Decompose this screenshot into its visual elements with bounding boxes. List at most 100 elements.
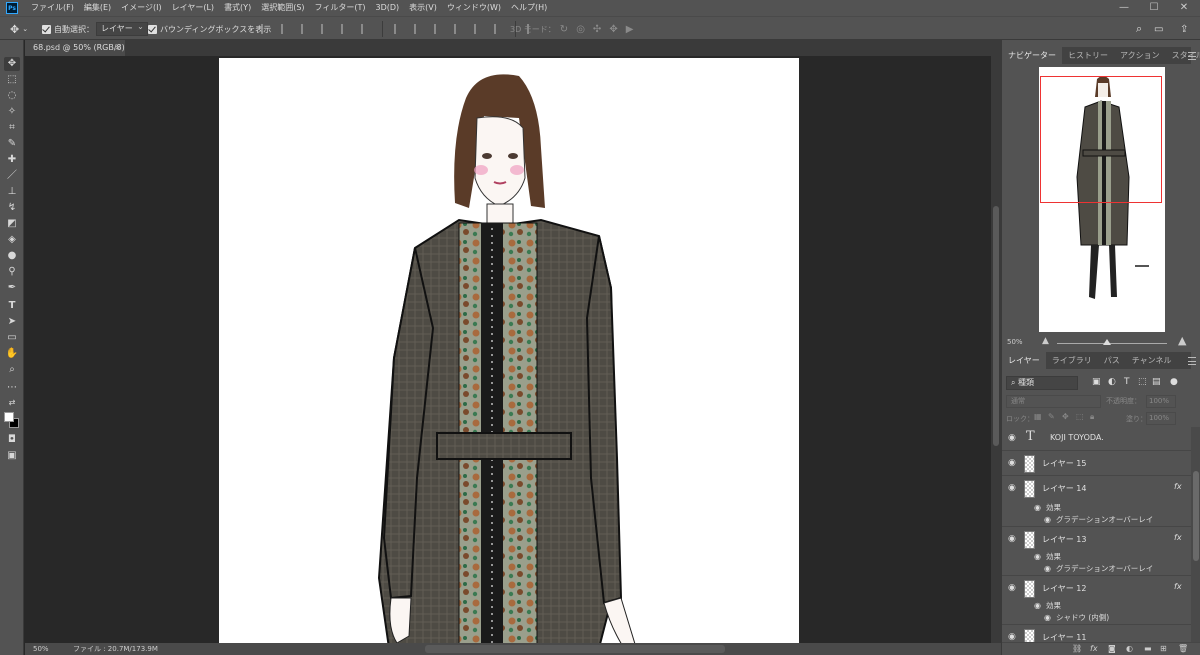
menu-3d[interactable]: 3D(D)	[371, 0, 405, 16]
pen-tool-icon[interactable]: ✒	[4, 281, 20, 295]
auto-select-target-dropdown[interactable]: レイヤー	[96, 21, 148, 36]
crop-tool-icon[interactable]: ⌗	[4, 121, 20, 135]
add-mask-icon[interactable]: ◙	[1108, 644, 1116, 653]
distribute-right-icon[interactable]	[494, 24, 504, 34]
menu-edit[interactable]: 編集(E)	[79, 0, 116, 16]
close-document-icon[interactable]: ×	[114, 40, 121, 56]
filter-type-icon[interactable]: T	[1124, 377, 1130, 387]
layer-row-koji-toyoda[interactable]: ◉ T KOJI TOYODA.	[1002, 427, 1191, 451]
filter-shape-icon[interactable]: ⬚	[1138, 377, 1147, 387]
share-icon[interactable]: ⇪	[1180, 21, 1188, 37]
more-tools-icon[interactable]: ⋯	[4, 381, 20, 395]
filter-smart-object-icon[interactable]: ▤	[1152, 377, 1161, 387]
new-group-icon[interactable]: ▬	[1144, 644, 1152, 653]
history-brush-tool-icon[interactable]: ↯	[4, 201, 20, 215]
layers-scrollbar[interactable]	[1191, 427, 1200, 642]
zoom-tool-icon[interactable]: ⌕	[4, 363, 20, 377]
tab-actions[interactable]: アクション	[1114, 47, 1166, 64]
eye-icon[interactable]: ◉	[1008, 534, 1018, 544]
eye-icon[interactable]: ◉	[1008, 458, 1018, 468]
lasso-tool-icon[interactable]: ◌	[4, 89, 20, 103]
menu-layer[interactable]: レイヤー(L)	[167, 0, 219, 16]
menu-window[interactable]: ウィンドウ(W)	[442, 0, 506, 16]
effect-row[interactable]: ◉ シャドウ (内側)	[1002, 611, 1191, 624]
menu-view[interactable]: 表示(V)	[404, 0, 442, 16]
effect-row[interactable]: ◉ グラデーションオーバーレイ	[1002, 513, 1191, 526]
tab-navigator[interactable]: ナビゲーター	[1002, 47, 1062, 64]
navigator-preview[interactable]	[1039, 67, 1165, 332]
paint-bucket-tool-icon[interactable]: ◈	[4, 233, 20, 247]
tab-paths[interactable]: パス	[1098, 352, 1126, 369]
scrollbar-thumb[interactable]	[1193, 471, 1199, 561]
workspace-icon[interactable]: ▭	[1154, 21, 1163, 37]
slide-3d-icon[interactable]: ✥	[609, 24, 617, 35]
fx-badge-icon[interactable]: fx	[1174, 533, 1182, 542]
eye-icon[interactable]: ◉	[1034, 601, 1044, 611]
zoom-out-icon[interactable]: ▲	[1042, 336, 1049, 346]
navigator-zoom-value[interactable]: 50%	[1007, 338, 1023, 346]
layer-row-12[interactable]: ◉ レイヤー 12 fx ◉ 効果 ◉ シャドウ (内側)	[1002, 577, 1191, 625]
marquee-tool-icon[interactable]: ⬚	[4, 73, 20, 87]
zoom-in-icon[interactable]: ▲	[1178, 334, 1186, 347]
link-layers-icon[interactable]: ⛓	[1072, 644, 1082, 653]
roll-3d-icon[interactable]: ◎	[576, 24, 585, 35]
clone-stamp-tool-icon[interactable]: ⊥	[4, 185, 20, 199]
hand-tool-icon[interactable]: ✋	[4, 347, 20, 361]
align-hcenter-icon[interactable]	[341, 24, 351, 34]
dodge-tool-icon[interactable]: ⚲	[4, 265, 20, 279]
distribute-left-icon[interactable]	[454, 24, 464, 34]
align-vcenter-icon[interactable]	[281, 24, 291, 34]
opacity-input[interactable]: 100%	[1146, 395, 1176, 408]
layer-row-15[interactable]: ◉ レイヤー 15	[1002, 452, 1191, 476]
tab-libraries[interactable]: ライブラリ	[1046, 352, 1098, 369]
new-layer-icon[interactable]: ⊞	[1160, 644, 1167, 653]
canvas-area[interactable]	[25, 56, 991, 643]
add-style-icon[interactable]: fx	[1090, 644, 1098, 653]
menu-image[interactable]: イメージ(I)	[116, 0, 166, 16]
effect-row[interactable]: ◉ グラデーションオーバーレイ	[1002, 562, 1191, 575]
swap-colors-icon[interactable]: ⇄	[4, 396, 20, 410]
search-icon[interactable]: ⌕	[1136, 21, 1142, 37]
camera-3d-icon[interactable]: ▶	[626, 24, 634, 35]
layers-panel-menu-icon[interactable]	[1188, 357, 1196, 365]
menu-filter[interactable]: フィルター(T)	[310, 0, 371, 16]
layer-kind-filter-dropdown[interactable]: ⌕ 種類	[1006, 376, 1078, 390]
eye-icon[interactable]: ◉	[1044, 613, 1054, 623]
align-left-icon[interactable]	[321, 24, 331, 34]
rectangle-tool-icon[interactable]: ▭	[4, 331, 20, 345]
fx-badge-icon[interactable]: fx	[1174, 582, 1182, 591]
eye-icon[interactable]: ◉	[1034, 552, 1044, 562]
healing-brush-tool-icon[interactable]: ✚	[4, 153, 20, 167]
delete-layer-icon[interactable]: 🗑︎	[1178, 644, 1188, 653]
maximize-button[interactable]: ☐	[1140, 0, 1168, 16]
lock-position-icon[interactable]: ✥	[1062, 412, 1069, 421]
layer-row-11[interactable]: ◉ レイヤー 11	[1002, 626, 1191, 642]
document-canvas[interactable]	[219, 58, 799, 643]
filter-adjustment-icon[interactable]: ◐	[1108, 377, 1116, 387]
navigator-view-box[interactable]	[1040, 76, 1162, 203]
eye-icon[interactable]: ◉	[1044, 564, 1054, 574]
align-top-icon[interactable]	[261, 24, 271, 34]
layer-row-14[interactable]: ◉ レイヤー 14 fx ◉ 効果 ◉ グラデーションオーバーレイ	[1002, 477, 1191, 527]
tab-channels[interactable]: チャンネル	[1126, 352, 1178, 369]
distribute-bottom-icon[interactable]	[434, 24, 444, 34]
status-zoom[interactable]: 50%	[33, 643, 49, 655]
lock-image-icon[interactable]: ✎	[1048, 412, 1055, 421]
eye-icon[interactable]: ◉	[1008, 433, 1018, 443]
eye-icon[interactable]: ◉	[1008, 632, 1018, 642]
quick-mask-icon[interactable]: ◘	[4, 433, 20, 447]
distribute-vcenter-icon[interactable]	[414, 24, 424, 34]
lock-artboard-icon[interactable]: ⬚	[1076, 412, 1084, 421]
close-window-button[interactable]: ✕	[1170, 0, 1198, 16]
eye-icon[interactable]: ◉	[1008, 483, 1018, 493]
eyedropper-tool-icon[interactable]: ✎	[4, 137, 20, 151]
type-tool-icon[interactable]: T	[4, 299, 20, 313]
zoom-slider-knob[interactable]	[1103, 339, 1111, 345]
eye-icon[interactable]: ◉	[1044, 515, 1054, 525]
magic-wand-tool-icon[interactable]: ✧	[4, 105, 20, 119]
tab-layers[interactable]: レイヤー	[1002, 352, 1046, 369]
blend-mode-dropdown[interactable]: 通常	[1006, 395, 1101, 408]
fx-badge-icon[interactable]: fx	[1174, 482, 1182, 491]
align-right-icon[interactable]	[361, 24, 371, 34]
minimize-button[interactable]: —	[1110, 0, 1138, 16]
